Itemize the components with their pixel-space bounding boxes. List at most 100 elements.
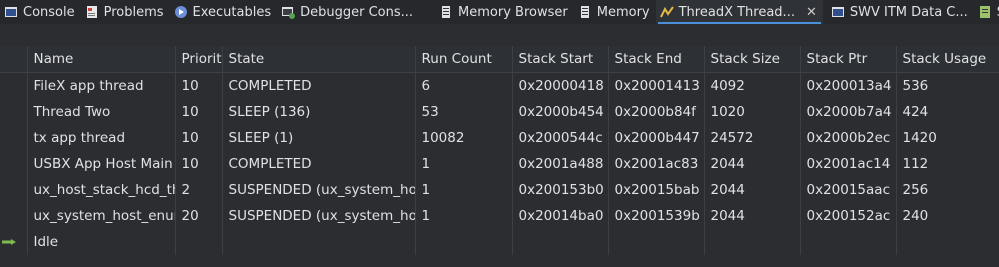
state-cell: SUSPENDED (ux_system_hos: [222, 203, 416, 229]
table-row[interactable]: Thread Two 10 SLEEP (136) 53 0x2000b454 0x200…: [0, 99, 999, 125]
stack-usage-cell: 536: [896, 72, 999, 99]
stack-size-cell: 2044: [704, 203, 801, 229]
run-count-cell: 1: [415, 203, 513, 229]
table-row[interactable]: FileX app thread 10 COMPLETED 6 0x20000418 0x…: [0, 72, 999, 99]
stack-size-cell: 2044: [704, 151, 801, 177]
stack-usage-cell: 112: [896, 151, 999, 177]
column-header-stack-ptr[interactable]: Stack Ptr: [800, 46, 897, 73]
memory-browser-icon: [439, 5, 453, 19]
row-indicator: [0, 99, 28, 125]
table-row[interactable]: ux_system_host_enun 20 SUSPENDED (ux_syste…: [0, 203, 999, 229]
column-header-priority[interactable]: Priority: [175, 46, 223, 73]
run-count-cell: 6: [415, 72, 513, 99]
tab-memory-browser[interactable]: Memory Browser: [435, 0, 574, 24]
tab-swv-itm-label: SWV ITM Data C...: [849, 4, 968, 20]
priority-cell: 10: [175, 151, 223, 177]
stack-ptr-cell: 0x200013a4: [800, 72, 897, 99]
column-header-run-count[interactable]: Run Count: [415, 46, 513, 73]
row-indicator: [0, 203, 28, 229]
threadx-thread-table: Name Priority State Run Count Stack Star…: [0, 46, 999, 255]
state-cell: [222, 229, 416, 255]
stack-ptr-cell: 0x2001ac14: [800, 151, 897, 177]
stack-start-cell: 0x20014ba0: [512, 203, 609, 229]
tab-problems-label: Problems: [103, 4, 164, 20]
column-header-state[interactable]: State: [222, 46, 416, 73]
tab-memory[interactable]: Memory: [574, 0, 656, 24]
stack-end-cell: 0x2000b447: [608, 125, 705, 151]
stack-size-cell: 2044: [704, 177, 801, 203]
tab-console-label: Console: [23, 4, 75, 20]
stack-end-cell: 0x2001539b: [608, 203, 705, 229]
memory-icon: [578, 5, 592, 19]
stack-size-cell: 1020: [704, 99, 801, 125]
overflow-tab-icon: [978, 5, 992, 19]
column-header-stack-usage[interactable]: Stack Usage: [896, 46, 999, 73]
current-thread-arrow-icon: [2, 239, 16, 245]
thread-name-cell: FileX app thread: [27, 72, 176, 99]
stack-start-cell: [512, 229, 609, 255]
priority-cell: 10: [175, 99, 223, 125]
row-indicator: [0, 125, 28, 151]
stack-end-cell: 0x2001ac83: [608, 151, 705, 177]
column-header-stack-size[interactable]: Stack Size: [704, 46, 801, 73]
state-cell: SLEEP (1): [222, 125, 416, 151]
thread-name-cell: ux_host_stack_hcd_th: [27, 177, 176, 203]
tab-overflow[interactable]: S: [974, 0, 999, 24]
tab-problems[interactable]: Problems: [81, 0, 170, 24]
swv-itm-icon: [831, 5, 845, 19]
table-row[interactable]: Idle: [0, 229, 999, 255]
stack-start-cell: 0x200153b0: [512, 177, 609, 203]
column-header-stack-end[interactable]: Stack End: [608, 46, 705, 73]
priority-cell: 20: [175, 203, 223, 229]
tab-memory-label: Memory: [596, 4, 650, 20]
table-row[interactable]: USBX App Host Main 10 COMPLETED 1 0x2001a488…: [0, 151, 999, 177]
state-cell: COMPLETED: [222, 72, 416, 99]
thread-name-cell: tx app thread: [27, 125, 176, 151]
stack-end-cell: 0x2000b84f: [608, 99, 705, 125]
threadx-icon: [659, 5, 674, 19]
stack-usage-cell: 424: [896, 99, 999, 125]
priority-cell: 2: [175, 177, 223, 203]
thread-name-cell: USBX App Host Main: [27, 151, 176, 177]
problems-icon: [85, 5, 99, 19]
tab-threadx-threads-label: ThreadX Thread...: [678, 4, 795, 20]
table-header-row: Name Priority State Run Count Stack Star…: [0, 46, 999, 73]
stack-size-cell: [704, 229, 801, 255]
run-count-cell: 1: [415, 177, 513, 203]
thread-name-cell: Idle: [27, 229, 176, 255]
stack-end-cell: [608, 229, 705, 255]
stack-start-cell: 0x2000544c: [512, 125, 609, 151]
column-header-name[interactable]: Name: [27, 46, 176, 73]
row-indicator: [0, 177, 28, 203]
debugger-console-icon: [281, 5, 296, 19]
row-indicator: [0, 229, 28, 255]
table-row[interactable]: tx app thread 10 SLEEP (1) 10082 0x2000544c 0…: [0, 125, 999, 151]
priority-cell: 10: [175, 125, 223, 151]
stack-end-cell: 0x20015bab: [608, 177, 705, 203]
table-row[interactable]: ux_host_stack_hcd_th 2 SUSPENDED (ux_syste…: [0, 177, 999, 203]
view-tab-bar: Console Problems Executables Debugger Co…: [0, 0, 999, 24]
row-indicator: [0, 72, 28, 99]
stack-usage-cell: [896, 229, 999, 255]
tab-debugger-console[interactable]: Debugger Cons...: [277, 0, 419, 24]
tab-threadx-threads[interactable]: ThreadX Thread... ✕: [655, 0, 823, 24]
console-icon: [4, 5, 18, 19]
stack-size-cell: 24572: [704, 125, 801, 151]
column-header-stack-start[interactable]: Stack Start: [512, 46, 609, 73]
tab-memory-browser-label: Memory Browser: [458, 4, 568, 20]
state-cell: COMPLETED: [222, 151, 416, 177]
stack-ptr-cell: 0x2000b2ec: [800, 125, 897, 151]
stack-usage-cell: 1420: [896, 125, 999, 151]
stack-ptr-cell: 0x20015aac: [800, 177, 897, 203]
priority-cell: [175, 229, 223, 255]
close-icon[interactable]: ✕: [806, 5, 817, 20]
state-cell: SUSPENDED (ux_system_hos: [222, 177, 416, 203]
stack-size-cell: 4092: [704, 72, 801, 99]
tab-executables[interactable]: Executables: [170, 0, 278, 24]
tab-debugger-console-label: Debugger Cons...: [300, 4, 414, 20]
stack-ptr-cell: 0x2000b7a4: [800, 99, 897, 125]
stack-start-cell: 0x20000418: [512, 72, 609, 99]
tab-swv-itm-data-console[interactable]: SWV ITM Data C...: [827, 0, 974, 24]
tab-console[interactable]: Console: [0, 0, 81, 24]
executables-icon: [174, 5, 188, 19]
